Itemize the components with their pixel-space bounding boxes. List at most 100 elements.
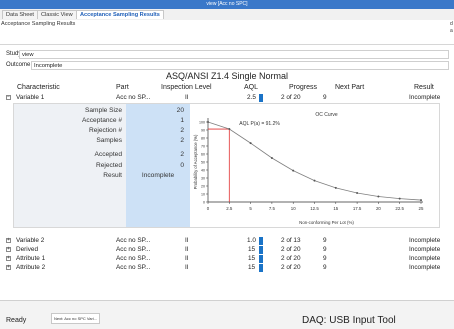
row-characteristic[interactable]: Variable 2 xyxy=(16,236,44,245)
rejection-number-value: 2 xyxy=(180,127,184,134)
rejected-value: 0 xyxy=(180,162,184,169)
row-part: Acc no SP... xyxy=(116,246,151,253)
x-tick-label: 7.5 xyxy=(269,206,276,211)
expand-icon[interactable]: + xyxy=(6,256,11,261)
study-field[interactable] xyxy=(19,50,449,59)
row-part: Acc no SP... xyxy=(116,94,151,101)
row-characteristic[interactable]: Attribute 2 xyxy=(16,263,45,272)
x-tick-label: 20 xyxy=(376,206,381,211)
x-tick-label: 5 xyxy=(249,206,252,211)
collapse-icon[interactable]: − xyxy=(6,95,11,100)
row-characteristic[interactable]: Derived xyxy=(16,245,38,254)
row-aql: 15 xyxy=(248,246,256,253)
daq-status: DAQ: USB Input Tool xyxy=(302,315,396,326)
row-result: Incomplete xyxy=(409,255,441,262)
row-next-part: 9 xyxy=(323,264,327,271)
column-header-aql[interactable]: AQL xyxy=(244,83,258,92)
y-tick-label: 100 xyxy=(199,121,205,125)
row-next-part: 9 xyxy=(323,246,327,253)
y-tick-label: 70 xyxy=(201,145,205,149)
rejection-number-label: Rejection # xyxy=(89,127,122,134)
row-progress: 2 of 20 xyxy=(281,255,301,262)
column-header-progress[interactable]: Progress xyxy=(289,83,317,92)
aql-annotation: AQL P(a) = 91.2% xyxy=(239,121,280,127)
oc-curve-point xyxy=(356,192,359,195)
row-next-part: 9 xyxy=(323,237,327,244)
page-subtitle: Acceptance Sampling Results xyxy=(1,21,76,27)
y-tick-label: 40 xyxy=(201,169,205,173)
tab-data-sheet[interactable]: Data Sheet xyxy=(2,10,38,19)
row-inspection-level: II xyxy=(185,255,189,262)
row-result: Incomplete xyxy=(409,94,441,101)
row-inspection-level: II xyxy=(185,94,189,101)
row-aql: 1.0 xyxy=(247,237,256,244)
row-aql: 2.5 xyxy=(247,94,256,101)
rejected-label: Rejected xyxy=(95,162,122,169)
oc-curve-point xyxy=(228,128,231,131)
oc-curve-chart: OC Curve 0 10 20 30 40 50 60 70 80 90 100 0 2.5 5 7.5 10… xyxy=(190,104,438,227)
acceptance-number-value: 1 xyxy=(180,117,184,124)
row-progress: 2 of 13 xyxy=(281,237,301,244)
row-aql: 15 xyxy=(248,264,256,271)
row-progress: 2 of 20 xyxy=(281,246,301,253)
row-characteristic[interactable]: Variable 1 xyxy=(16,93,44,102)
row-part: Acc no SP... xyxy=(116,237,151,244)
expand-icon[interactable]: + xyxy=(6,265,11,270)
sample-size-label: Sample Size xyxy=(84,107,122,114)
row-characteristic[interactable]: Attribute 1 xyxy=(16,254,45,263)
row-aql: 15 xyxy=(248,255,256,262)
tab-acceptance-sampling-results[interactable]: Acceptance Sampling Results xyxy=(76,10,164,19)
row-result: Incomplete xyxy=(409,264,441,271)
expand-icon[interactable]: + xyxy=(6,247,11,252)
column-header-next-part[interactable]: Next Part xyxy=(335,83,364,92)
outcome-field[interactable] xyxy=(31,61,449,70)
result-value: Incomplete xyxy=(141,172,175,179)
column-header-inspection-level[interactable]: Inspection Level xyxy=(161,83,212,92)
row-inspection-level: II xyxy=(185,246,189,253)
accepted-label: Accepted xyxy=(94,151,123,158)
x-tick-label: 17.5 xyxy=(353,206,362,211)
outcome-label: Outcome xyxy=(6,62,31,68)
row-inspection-level: II xyxy=(185,237,189,244)
row-progress: 2 of 20 xyxy=(281,94,301,101)
next-part-tab[interactable]: Next: Acc no SPC Vari... xyxy=(51,313,101,324)
status-ready: Ready xyxy=(6,317,27,324)
result-label: Result xyxy=(103,172,122,179)
y-tick-label: 20 xyxy=(201,185,205,189)
oc-curve-point xyxy=(249,142,252,145)
x-tick-label: 10 xyxy=(291,206,296,211)
aql-bar xyxy=(259,264,263,272)
title-bar: view [Acc no SPC] xyxy=(0,0,454,9)
oc-curve-point xyxy=(334,186,337,189)
row-progress: 2 of 20 xyxy=(281,264,301,271)
aql-bar xyxy=(259,246,263,254)
y-tick-label: 90 xyxy=(201,129,205,133)
column-header-result[interactable]: Result xyxy=(414,83,434,92)
oc-curve-svg: OC Curve 0 10 20 30 40 50 60 70 80 90 100 0 2.5 5 7.5 10… xyxy=(193,112,424,225)
oc-curve-point xyxy=(292,169,295,172)
y-tick-label: 30 xyxy=(201,177,205,181)
chart-title: OC Curve xyxy=(315,112,337,118)
y-tick-label: 80 xyxy=(201,137,205,141)
aql-bar xyxy=(259,94,263,102)
oc-curve-line xyxy=(207,121,422,201)
acceptance-number-label: Acceptance # xyxy=(82,117,122,124)
column-header-characteristic[interactable]: Characteristic xyxy=(17,83,60,92)
x-tick-label: 22.5 xyxy=(395,206,404,211)
edge-glyph: d xyxy=(450,21,453,27)
oc-curve-point xyxy=(398,197,401,200)
x-tick-label: 0 xyxy=(207,206,210,211)
row-result: Incomplete xyxy=(409,237,441,244)
oc-curve-point xyxy=(270,157,273,159)
column-header-part[interactable]: Part xyxy=(116,83,129,92)
x-tick-label: 15 xyxy=(333,206,338,211)
y-axis-label: Probability of Acceptance (%) xyxy=(193,134,198,189)
tab-classic-view[interactable]: Classic View xyxy=(37,10,77,19)
row-result: Incomplete xyxy=(409,246,441,253)
standard-title: ASQ/ANSI Z1.4 Single Normal xyxy=(165,71,289,81)
window-title: view [Acc no SPC] xyxy=(206,1,248,7)
x-tick-label: 12.5 xyxy=(310,206,319,211)
expand-icon[interactable]: + xyxy=(6,238,11,243)
row-next-part: 9 xyxy=(323,255,327,262)
edge-glyph: a xyxy=(450,28,453,34)
